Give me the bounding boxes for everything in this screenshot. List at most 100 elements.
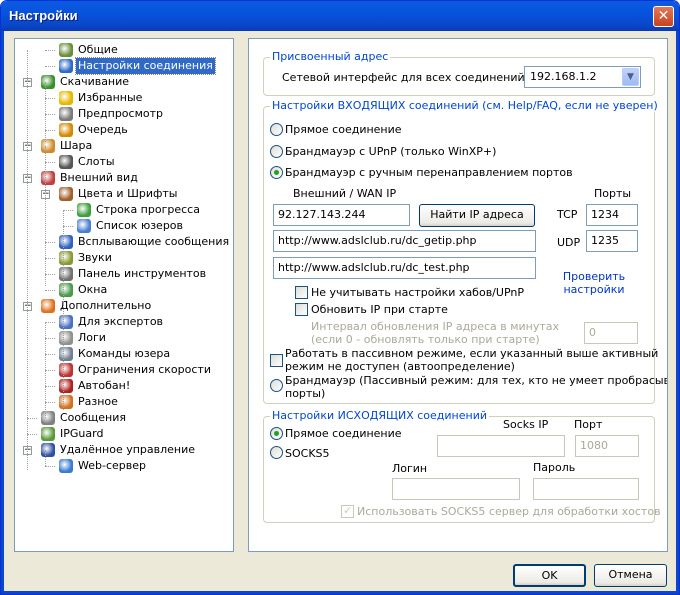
outgoing-socks-radio[interactable] [270,446,283,459]
tree-item-label: Общие [78,43,118,56]
tree-item-label: Цвета и Шрифты [78,187,178,200]
tree-connector [45,82,46,142]
ipguard-icon [41,427,55,441]
incoming-direct-radio[interactable] [270,123,283,136]
interface-combo[interactable]: 192.168.1.2 ▼ [524,66,641,88]
tree-item-label: Очередь [78,123,128,136]
udp-port-field[interactable]: 1235 [586,230,638,252]
window-title: Настройки [9,8,78,23]
tree-connector [45,466,55,467]
slots-icon [59,155,73,169]
incoming-manual-label[interactable]: Брандмауэр с ручным перенаправлением пор… [285,166,573,179]
wan-ip-field[interactable]: 92.127.143.244 [273,204,410,226]
tcp-label: TCP [557,208,578,221]
title-bar[interactable]: Настройки ✕ [1,1,679,31]
socks-port-field[interactable]: 1080 [575,435,639,457]
incoming-upnp-radio[interactable] [270,145,283,158]
passive-label[interactable]: Работать в пассивном режиме, если указан… [285,347,658,373]
tcp-port-field[interactable]: 1234 [586,204,638,226]
interval-field[interactable]: 0 [584,322,638,344]
sound-icon [59,251,73,265]
password-label: Пароль [533,461,576,474]
speed-limit-icon [59,363,73,377]
outgoing-socks-label[interactable]: SOCKS5 [285,447,330,460]
tree-item-label: Для экспертов [78,315,164,328]
tree-connector [45,338,55,339]
chevron-down-icon[interactable]: ▼ [622,68,639,86]
test-url-field[interactable]: http://www.adslclub.ru/dc_test.php [273,257,536,279]
autoban-icon [59,379,73,393]
share-icon [41,139,55,153]
tree-item-label: Список юзеров [96,219,184,232]
check-settings-link[interactable]: Проверить настройки [554,270,634,296]
ignore-upnp-checkbox[interactable] [295,286,308,299]
tree-item-label: Дополнительно [60,299,152,312]
tree-connector [63,210,73,211]
incoming-direct-label[interactable]: Прямое соединение [285,123,402,136]
passive-firewall-radio[interactable] [270,379,283,392]
tree-connector [45,290,55,291]
tree-item-label: Сообщения [60,411,127,424]
incoming-upnp-label[interactable]: Брандмауэр с UPnP (только WinXP+) [285,145,496,158]
tree-item-label: Окна [78,283,108,296]
connection-icon [59,59,73,73]
progress-icon [77,203,91,217]
passive-firewall-label[interactable]: Брандмауэр (Пассивный режим: для тех, кт… [285,374,667,400]
socks-ip-label: Socks IP [503,418,549,431]
web-server-icon [59,459,73,473]
tree-item-label: Логи [78,331,106,344]
use-socks-hosts-label[interactable]: Использовать SOCKS5 сервер для обработки… [357,505,661,518]
misc-icon [59,395,73,409]
outgoing-direct-label[interactable]: Прямое соединение [285,427,402,440]
tree-item-label: Настройки соединения [75,57,216,75]
update-ip-checkbox[interactable] [295,303,308,316]
tree-connector [45,322,55,323]
ignore-upnp-label[interactable]: Не учитывать настройки хабов/UPnP [311,286,524,299]
tree-connector [45,98,55,99]
tree-connector [45,146,46,286]
close-icon: ✕ [657,8,670,24]
wan-ip-label: Внешний / WAN IP [293,187,397,200]
settings-tree[interactable]: Общие Настройки соединения − Скачивание Избр… [14,38,234,552]
tree-item-label: Разное [78,395,118,408]
use-socks-hosts-checkbox[interactable] [341,504,354,518]
udp-label: UDP [557,236,581,249]
download-icon [41,75,55,89]
tree-item-label: IPGuard [60,427,104,440]
tree-connector [27,434,37,435]
tree-connector [45,162,55,163]
tree-item-label: Команды юзера [78,347,171,360]
tree-item-label: Предпросмотр [78,107,163,120]
close-button[interactable]: ✕ [653,6,674,27]
popup-icon [59,235,73,249]
tree-item-label: Звуки [78,251,112,264]
tree-connector [45,130,55,131]
tree-connector [45,322,46,418]
queue-icon [59,123,73,137]
tree-connector [45,370,55,371]
incoming-manual-radio[interactable] [270,166,283,179]
tree-item-label: Удалённое управление [60,443,196,456]
ok-button[interactable]: OK [513,564,586,587]
find-ip-button[interactable]: Найти IP адреса [419,204,535,227]
getip-url-field[interactable]: http://www.adslclub.ru/dc_getip.php [273,230,536,252]
tree-connector [45,50,55,51]
socks-ip-field[interactable] [437,435,565,457]
tree-item-label: Избранные [78,91,143,104]
tree-item-label: Строка прогресса [96,203,200,216]
interface-label: Сетевой интерфейс для всех соединений [282,71,525,84]
interface-value: 192.168.1.2 [530,70,597,83]
update-ip-label[interactable]: Обновить IP при старте [311,303,448,316]
tree-connector [45,258,55,259]
interval-label: Интервал обновления IP адреса в минутах … [311,320,560,346]
windows-icon [59,283,73,297]
login-field[interactable] [392,478,520,500]
password-field[interactable] [533,478,639,500]
tree-connector [45,450,46,466]
passive-checkbox[interactable] [270,354,283,367]
outgoing-direct-radio[interactable] [270,427,283,440]
socks-port-label: Порт [574,418,603,431]
cancel-button[interactable]: Отмена [594,564,667,587]
assigned-address-caption: Присвоенный адрес [270,50,391,63]
users-icon [59,43,73,57]
